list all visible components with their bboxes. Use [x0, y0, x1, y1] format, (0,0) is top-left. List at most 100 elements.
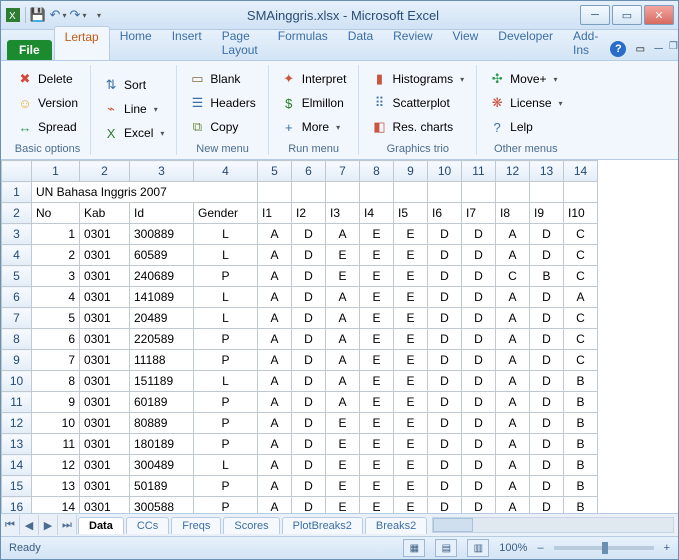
license-button[interactable]: ❋License▾: [485, 92, 566, 114]
row-header[interactable]: 10: [2, 371, 32, 392]
tab-review[interactable]: Review: [383, 26, 442, 60]
row-header[interactable]: 6: [2, 287, 32, 308]
cell[interactable]: D: [292, 497, 326, 514]
cell[interactable]: 5: [32, 308, 80, 329]
copy-button[interactable]: ⧉Copy: [185, 116, 259, 138]
tab-insert[interactable]: Insert: [162, 26, 212, 60]
cell[interactable]: A: [258, 308, 292, 329]
cell[interactable]: A: [496, 224, 530, 245]
tab-lertap[interactable]: Lertap: [54, 26, 110, 60]
column-header[interactable]: 10: [428, 161, 462, 182]
cell[interactable]: D: [530, 224, 564, 245]
cell[interactable]: E: [326, 455, 360, 476]
cell[interactable]: A: [496, 371, 530, 392]
cell[interactable]: E: [360, 476, 394, 497]
cell[interactable]: D: [530, 308, 564, 329]
cell[interactable]: D: [428, 329, 462, 350]
cell[interactable]: 4: [32, 287, 80, 308]
delete-button[interactable]: ✖Delete: [13, 68, 82, 90]
cell[interactable]: E: [360, 245, 394, 266]
qat-dropdown-icon[interactable]: ▾: [90, 7, 106, 23]
cell[interactable]: D: [462, 287, 496, 308]
cell[interactable]: D: [462, 434, 496, 455]
cell[interactable]: A: [564, 287, 598, 308]
cell[interactable]: UN Bahasa Inggris 2007: [32, 182, 258, 203]
tab-developer[interactable]: Developer: [488, 26, 563, 60]
cell[interactable]: [360, 182, 394, 203]
cell[interactable]: D: [428, 371, 462, 392]
elmillon-button[interactable]: $Elmillon: [277, 92, 351, 114]
cell[interactable]: [462, 182, 496, 203]
cell[interactable]: D: [530, 476, 564, 497]
sheet-tab-ccs[interactable]: CCs: [126, 517, 169, 534]
cell[interactable]: A: [326, 392, 360, 413]
cell[interactable]: 12: [32, 455, 80, 476]
cell[interactable]: 0301: [80, 224, 130, 245]
cell[interactable]: D: [428, 455, 462, 476]
select-all-corner[interactable]: [2, 161, 32, 182]
cell[interactable]: E: [326, 413, 360, 434]
cell[interactable]: 6: [32, 329, 80, 350]
cell[interactable]: D: [462, 224, 496, 245]
cell[interactable]: D: [530, 434, 564, 455]
cell[interactable]: 60589: [130, 245, 194, 266]
cell[interactable]: 300889: [130, 224, 194, 245]
cell[interactable]: L: [194, 308, 258, 329]
cell[interactable]: A: [258, 329, 292, 350]
cell[interactable]: I7: [462, 203, 496, 224]
cell[interactable]: I8: [496, 203, 530, 224]
row-header[interactable]: 8: [2, 329, 32, 350]
cell[interactable]: P: [194, 350, 258, 371]
cell[interactable]: D: [462, 350, 496, 371]
cell[interactable]: B: [564, 392, 598, 413]
cell[interactable]: D: [292, 434, 326, 455]
cell[interactable]: E: [360, 308, 394, 329]
row-header[interactable]: 14: [2, 455, 32, 476]
interpret-button[interactable]: ✦Interpret: [277, 68, 351, 90]
column-header[interactable]: 14: [564, 161, 598, 182]
zoom-in-button[interactable]: +: [664, 542, 670, 554]
row-header[interactable]: 5: [2, 266, 32, 287]
cell[interactable]: D: [428, 245, 462, 266]
cell[interactable]: D: [530, 392, 564, 413]
normal-view-icon[interactable]: ▦: [403, 539, 425, 557]
column-header[interactable]: 6: [292, 161, 326, 182]
cell[interactable]: 0301: [80, 413, 130, 434]
cell[interactable]: D: [462, 245, 496, 266]
cell[interactable]: [292, 182, 326, 203]
cell[interactable]: E: [394, 371, 428, 392]
page-layout-view-icon[interactable]: ▤: [435, 539, 457, 557]
cell[interactable]: 60189: [130, 392, 194, 413]
cell[interactable]: 0301: [80, 350, 130, 371]
cell[interactable]: A: [496, 350, 530, 371]
cell[interactable]: P: [194, 434, 258, 455]
cell[interactable]: D: [292, 455, 326, 476]
tab-page-layout[interactable]: Page Layout: [212, 26, 268, 60]
cell[interactable]: E: [394, 497, 428, 514]
cell[interactable]: A: [496, 329, 530, 350]
cell[interactable]: 80889: [130, 413, 194, 434]
cell[interactable]: D: [462, 329, 496, 350]
cell[interactable]: E: [326, 266, 360, 287]
cell[interactable]: A: [496, 413, 530, 434]
cell[interactable]: 1: [32, 224, 80, 245]
cell[interactable]: E: [326, 497, 360, 514]
cell[interactable]: E: [394, 245, 428, 266]
cell[interactable]: I10: [564, 203, 598, 224]
cell[interactable]: D: [428, 497, 462, 514]
line-button[interactable]: ⌁Line▾: [99, 98, 168, 120]
cell[interactable]: D: [292, 350, 326, 371]
version-button[interactable]: ☺Version: [13, 92, 82, 114]
cell[interactable]: [530, 182, 564, 203]
cell[interactable]: I6: [428, 203, 462, 224]
cell[interactable]: A: [258, 392, 292, 413]
cell[interactable]: 0301: [80, 392, 130, 413]
cell[interactable]: A: [258, 413, 292, 434]
cell[interactable]: 7: [32, 350, 80, 371]
cell[interactable]: E: [394, 308, 428, 329]
cell[interactable]: E: [394, 287, 428, 308]
cell[interactable]: 151189: [130, 371, 194, 392]
cell[interactable]: 11: [32, 434, 80, 455]
cell[interactable]: E: [394, 224, 428, 245]
cell[interactable]: D: [292, 308, 326, 329]
